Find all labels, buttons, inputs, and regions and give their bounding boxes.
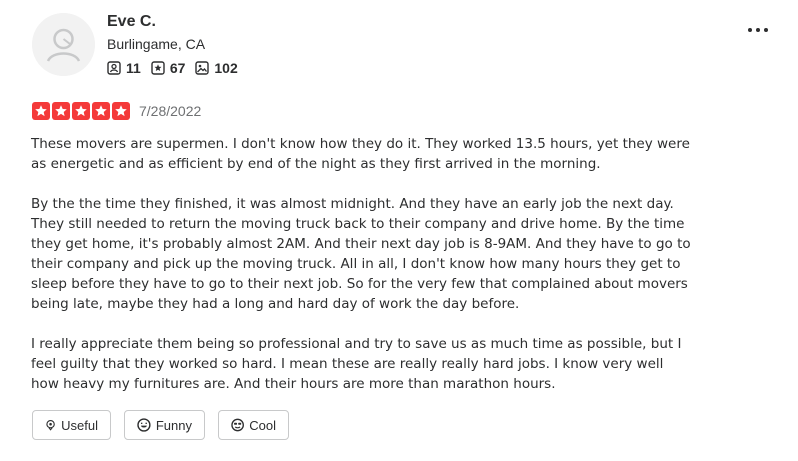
laughing-face-icon (137, 418, 151, 432)
lightbulb-icon (46, 419, 55, 431)
photos-icon (195, 61, 210, 75)
star-icon (72, 102, 90, 120)
rating-row: 7/28/2022 (32, 102, 201, 120)
star-rating (32, 102, 132, 120)
star-icon (32, 102, 50, 120)
star-icon (92, 102, 110, 120)
reviews-stat: 67 (151, 60, 186, 76)
friends-icon (107, 61, 121, 75)
cool-button[interactable]: Cool (218, 410, 289, 440)
useful-button[interactable]: Useful (32, 410, 111, 440)
photos-stat: 102 (195, 60, 238, 76)
review-paragraph: These movers are supermen. I don't know … (31, 136, 690, 172)
reviews-count: 67 (169, 60, 186, 76)
sunglasses-face-icon (231, 418, 244, 432)
useful-label: Useful (61, 417, 98, 433)
review-text: These movers are supermen. I don't know … (31, 134, 691, 414)
avatar[interactable] (32, 13, 95, 76)
more-options-icon (748, 28, 768, 32)
review-paragraph: I really appreciate them being so profes… (31, 336, 682, 392)
photos-count: 102 (214, 60, 238, 76)
user-stats: 11 67 102 (107, 60, 248, 76)
reviews-star-icon (151, 61, 165, 75)
funny-button[interactable]: Funny (124, 410, 205, 440)
more-options-button[interactable] (746, 20, 770, 40)
default-avatar-icon (32, 13, 95, 76)
user-name[interactable]: Eve C. (107, 12, 156, 32)
review-paragraph: By the the time they finished, it was al… (31, 196, 691, 312)
friends-stat: 11 (107, 60, 141, 76)
review-date: 7/28/2022 (139, 103, 202, 119)
reaction-buttons: Useful Funny Cool (32, 410, 302, 440)
review-card: Eve C. Burlingame, CA 11 67 102 7/28/202… (0, 0, 798, 461)
funny-label: Funny (155, 417, 192, 433)
star-icon (52, 102, 70, 120)
star-icon (112, 102, 130, 120)
friends-count: 11 (126, 60, 141, 76)
cool-label: Cool (249, 417, 276, 433)
user-location: Burlingame, CA (107, 36, 206, 52)
